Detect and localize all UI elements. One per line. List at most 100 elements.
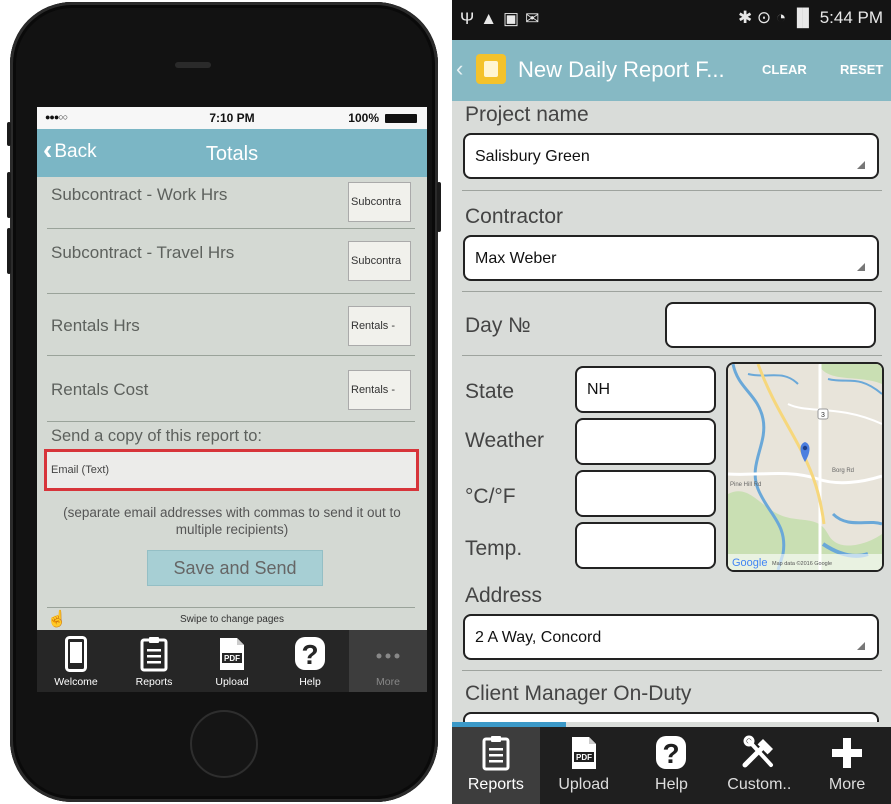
tab-more[interactable]: More [349,630,427,692]
clipboard-icon [482,736,510,771]
state-field[interactable]: NH [575,366,716,413]
temp-field[interactable] [575,522,716,569]
tab-label: Custom.. [727,776,792,793]
resize-corner-icon [857,263,865,271]
svg-text:?: ? [301,639,318,670]
project-name-field[interactable]: Salisbury Green [463,133,879,179]
swipe-hint: Swipe to change pages [180,614,284,625]
pdf-icon: PDF [571,737,596,769]
question-icon: ? [295,637,325,670]
android-tab-bar: Reports PDF Upload ? Help Custom.. More [452,727,891,804]
tab-reports[interactable]: Reports [115,630,193,692]
divider [47,607,415,608]
google-logo: Google [732,557,767,569]
row-input[interactable]: Rentals - [348,370,411,410]
tab-help[interactable]: ? Help [628,727,716,804]
notification-icons: Ψ▲▣✉ [460,9,546,28]
tab-upload[interactable]: PDF Upload [540,727,628,804]
map-road-label: Pine Hill Rd [730,482,761,488]
tab-custom[interactable]: Custom.. [715,727,803,804]
clipboard-icon [140,637,168,672]
divider [462,190,882,191]
project-name-label: Project name [465,103,589,126]
home-button[interactable] [190,710,258,778]
speaker-grille [175,62,211,68]
email-hint: (separate email addresses with commas to… [63,505,401,537]
tab-label: Reports [135,676,173,688]
day-label: Day № [465,314,531,337]
tab-label: Upload [558,776,610,793]
reset-button[interactable]: RESET [840,62,883,77]
tab-reports[interactable]: Reports [452,727,540,804]
row-input[interactable]: Subcontra [348,241,411,281]
route-badge: 3 [821,412,825,419]
ios-status-bar: ●●●○○ 7:10 PM 100% [37,107,427,129]
weather-label: Weather [465,429,544,452]
project-name-value: Salisbury Green [475,148,590,165]
tab-label: Help [655,776,688,793]
battery-percent: 100% [348,111,379,125]
tab-label: More [376,676,400,688]
tab-label: More [828,776,866,793]
temp-label: Temp. [465,537,523,560]
tab-upload[interactable]: PDF Upload [193,630,271,692]
row-input[interactable]: Subcontra [348,182,411,222]
tab-welcome[interactable]: Welcome [37,630,115,692]
status-right: ✱ ⊙ ◔ ▐▌ 5:44 PM [737,8,883,27]
app-logo-icon [476,54,506,84]
address-label: Address [465,584,543,607]
total-row: Rentals Cost Rentals - [47,356,415,422]
map-road-label: Borg Rd [832,468,854,474]
day-field[interactable] [665,302,876,348]
row-input[interactable]: Rentals - [348,306,411,346]
total-row: Subcontract - Travel Hrs Subcontra [47,229,415,294]
tab-label: Welcome [54,676,98,688]
plus-icon [832,738,863,768]
tab-label: Upload [215,676,249,688]
tab-label: Reports [467,776,524,793]
ellipsis-icon [376,653,400,659]
pdf-icon: PDF [220,638,244,670]
svg-text:?: ? [663,738,680,769]
contractor-field[interactable]: Max Weber [463,235,879,281]
clear-button[interactable]: CLEAR [762,62,807,77]
email-field[interactable]: Email (Text) [44,449,419,491]
ios-nav-bar: ‹ Back Totals [37,129,427,177]
divider [462,291,882,292]
row-label: Subcontract - Work Hrs [51,185,228,204]
unit-label: °C/°F [465,485,516,508]
save-and-send-button[interactable]: Save and Send [147,550,323,586]
state-label: State [465,380,515,403]
tab-help[interactable]: ? Help [271,630,349,692]
total-row: Rentals Hrs Rentals - [47,294,415,356]
map-attribution: Map data ©2016 Google [772,560,832,567]
tab-label: Help [299,676,321,688]
row-label: Subcontract - Travel Hrs [51,243,235,262]
battery-icon [385,114,417,123]
toolbar-title: New Daily Report F... [518,57,725,82]
iphone-mockup: ●●●○○ 7:10 PM 100% ‹ Back Totals Subcont… [7,2,441,802]
row-label: Rentals Hrs [51,316,140,335]
contractor-label: Contractor [465,205,564,228]
address-value: 2 A Way, Concord [475,629,602,646]
tab-more[interactable]: More [803,727,891,804]
resize-corner-icon [857,161,865,169]
location-map[interactable]: 3 Pine Hill Rd Borg Rd Google Map data ©… [726,362,884,572]
weather-field[interactable] [575,418,716,465]
tools-icon [742,735,774,768]
resize-corner-icon [857,642,865,650]
page-title: Totals [205,143,259,165]
contractor-value: Max Weber [475,250,557,267]
address-field[interactable]: 2 A Way, Concord [463,614,879,660]
android-screen: Ψ▲▣✉ ✱ ⊙ ◔ ▐▌ 5:44 PM ‹ New Daily Report… [452,0,891,804]
total-row: Subcontract - Work Hrs Subcontra [47,177,415,229]
svg-text:PDF: PDF [224,654,240,663]
row-label: Rentals Cost [51,380,149,399]
divider [462,355,882,356]
client-manager-label: Client Manager On-Duty [465,682,692,705]
android-toolbar: ‹ New Daily Report F... CLEAR RESET [452,40,891,101]
unit-field[interactable] [575,470,716,517]
ios-tab-bar: Welcome Reports PDF Upload ? Help More [37,630,427,692]
up-arrow-icon[interactable]: ‹ [456,56,463,82]
phone-icon [65,636,87,672]
